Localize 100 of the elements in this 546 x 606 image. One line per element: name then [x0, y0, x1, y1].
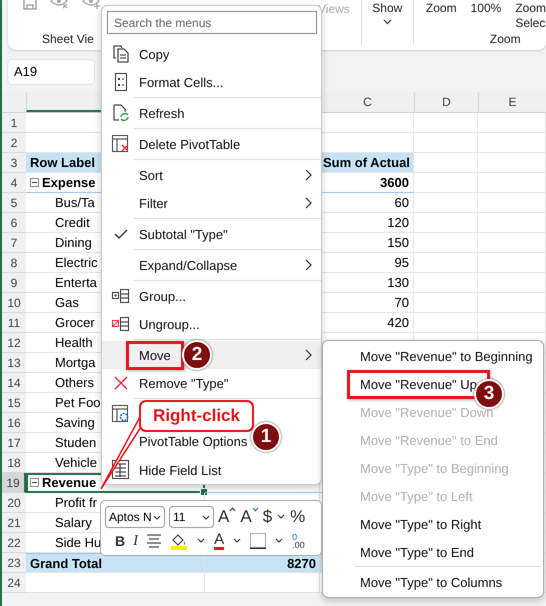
- delete-table-icon: [112, 135, 130, 153]
- table-cell: [414, 133, 478, 153]
- collapse-icon[interactable]: [30, 178, 39, 187]
- table-cell: [414, 233, 478, 253]
- callout-bubble: Right-click: [139, 400, 254, 432]
- row-header[interactable]: 1: [2, 113, 26, 133]
- menu-item[interactable]: Copy: [102, 40, 321, 68]
- row-header[interactable]: 7: [2, 233, 26, 253]
- chevron-icon: [305, 169, 312, 181]
- menu-item[interactable]: Refresh: [102, 99, 321, 127]
- row-header[interactable]: 6: [2, 213, 26, 233]
- table-cell: [414, 153, 478, 173]
- row-header[interactable]: 5: [2, 193, 26, 213]
- copy-icon: [112, 45, 128, 63]
- dropdown-button[interactable]: [196, 538, 206, 544]
- zoom-button[interactable]: 100%: [470, 1, 502, 31]
- zoom-button[interactable]: Zoom: [426, 1, 457, 31]
- borders-icon[interactable]: [250, 533, 266, 549]
- font-name-field[interactable]: Aptos N: [105, 506, 165, 528]
- increase-font-button[interactable]: A: [218, 507, 236, 527]
- menu-item[interactable]: Filter: [102, 189, 321, 217]
- close-icon: [114, 376, 128, 390]
- row-label: Others: [54, 374, 94, 392]
- format-cells-icon: [114, 73, 126, 91]
- menu-item[interactable]: Group...: [102, 282, 321, 310]
- row-header[interactable]: 10: [2, 293, 26, 313]
- row-header[interactable]: 17: [2, 433, 26, 453]
- row-header[interactable]: 15: [2, 393, 26, 413]
- percent-button[interactable]: %: [290, 507, 306, 527]
- row-label: Health: [54, 334, 93, 352]
- row-label: Enterta: [54, 274, 97, 292]
- row-label: Pet Foo: [54, 394, 101, 412]
- row-header[interactable]: 14: [2, 373, 26, 393]
- chevron-icon: [153, 514, 161, 520]
- table-cell: [478, 233, 546, 253]
- row-label: Dining: [54, 234, 92, 252]
- row-header[interactable]: 21: [2, 513, 26, 533]
- group-label: Zoom: [490, 32, 521, 46]
- currency-button[interactable]: $: [262, 507, 272, 527]
- row-header[interactable]: 8: [2, 253, 26, 273]
- italic-button[interactable]: I: [133, 532, 138, 550]
- row-label: Salary: [54, 514, 92, 532]
- row-label: Studen: [54, 434, 96, 452]
- dropdown-button[interactable]: [232, 538, 242, 544]
- menu-item[interactable]: Remove "Type": [102, 369, 321, 397]
- row-header[interactable]: 4: [2, 173, 26, 193]
- row-label: Saving: [54, 414, 95, 432]
- menu-item[interactable]: Hide Field List: [102, 456, 321, 484]
- row-header[interactable]: 23: [2, 553, 26, 573]
- table-cell: [478, 133, 546, 153]
- dropdown-button[interactable]: [274, 538, 284, 544]
- row-header[interactable]: 2: [2, 133, 26, 153]
- row-header[interactable]: 12: [2, 333, 26, 353]
- row-header[interactable]: 22: [2, 533, 26, 553]
- row-label: Electric: [54, 254, 98, 272]
- menu-item[interactable]: Subtotal "Type": [102, 220, 321, 248]
- row-label: Grocer: [54, 314, 95, 332]
- menu-item[interactable]: Expand/Collapse: [102, 251, 321, 279]
- row-header[interactable]: 20: [2, 493, 26, 513]
- save-icon[interactable]: [22, 0, 38, 11]
- decrease-decimal-button[interactable]: 0 .00: [292, 533, 305, 549]
- menu-item[interactable]: Delete PivotTable: [102, 130, 321, 158]
- table-cell: [478, 213, 546, 233]
- menu-item[interactable]: Move "Revenue" to Beginning: [323, 342, 543, 370]
- table-cell: [414, 113, 478, 133]
- font-color-button[interactable]: A: [214, 532, 224, 550]
- column-header[interactable]: D: [414, 92, 478, 112]
- menu-item[interactable]: Move "Type" to Columns: [323, 568, 543, 596]
- table-cell: [478, 253, 546, 273]
- row-header[interactable]: 24: [2, 573, 26, 593]
- menu-item[interactable]: Move "Type" to End: [323, 538, 543, 566]
- table-cell: [478, 173, 546, 193]
- row-header[interactable]: 16: [2, 413, 26, 433]
- row-header[interactable]: 3: [2, 153, 26, 173]
- table-cell: [414, 253, 478, 273]
- bold-button[interactable]: B: [115, 533, 126, 549]
- search-field[interactable]: Search the menus: [107, 11, 317, 34]
- font-size-field[interactable]: 11: [169, 506, 214, 528]
- chevron-icon: [305, 259, 312, 271]
- row-header[interactable]: 9: [2, 273, 26, 293]
- table-cell: [478, 293, 546, 313]
- center-align-icon[interactable]: [146, 534, 162, 548]
- column-header[interactable]: E: [478, 92, 546, 112]
- menu-item[interactable]: Sort: [102, 161, 321, 189]
- menu-item[interactable]: Move "Type" to Right: [323, 510, 543, 538]
- row-header[interactable]: 18: [2, 453, 26, 473]
- dropdown-button[interactable]: [276, 514, 286, 520]
- menu-item[interactable]: Ungroup...: [102, 310, 321, 338]
- fill-color-icon[interactable]: [170, 532, 188, 550]
- row-header[interactable]: 19: [2, 473, 26, 493]
- row-header[interactable]: 13: [2, 353, 26, 373]
- table-cell: [414, 213, 478, 233]
- decrease-font-button[interactable]: A: [240, 507, 259, 527]
- collapse-icon[interactable]: [30, 478, 39, 487]
- row-header[interactable]: 11: [2, 313, 26, 333]
- menu-item[interactable]: Format Cells...: [102, 68, 321, 96]
- zoom-button[interactable]: Zoom Selec: [515, 1, 546, 31]
- show-button[interactable]: Show: [372, 1, 402, 15]
- name-box[interactable]: A19: [8, 60, 94, 84]
- caret-icon: [229, 507, 236, 512]
